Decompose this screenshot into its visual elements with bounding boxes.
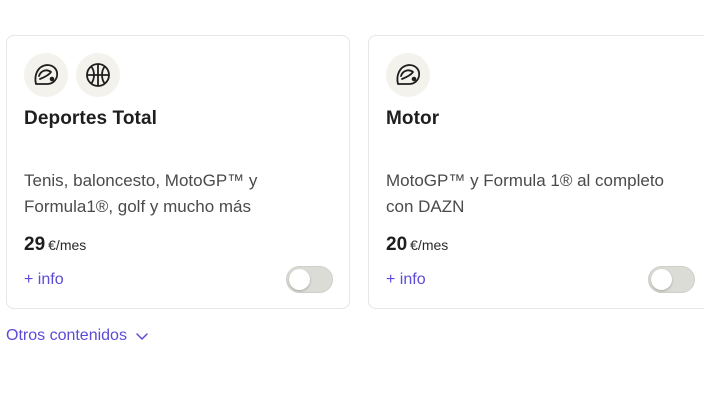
toggle-knob [289,269,310,290]
plan-card-deportes-total: Deportes Total Tenis, baloncesto, MotoGP… [6,35,350,309]
card-title: Deportes Total [24,108,158,129]
other-contents-label: Otros contenidos [6,327,127,344]
basketball-icon [76,53,120,97]
more-info-link[interactable]: + info [24,271,64,289]
toggle-knob [651,269,672,290]
helmet-icon [24,53,68,97]
card-price: 29 €/mes [24,234,86,256]
card-icons [24,53,120,97]
other-contents-dropdown[interactable]: Otros contenidos [6,327,149,345]
helmet-icon [386,53,430,97]
card-title: Motor [386,108,440,129]
price-amount: 20 [386,234,408,255]
plan-toggle[interactable] [648,266,695,293]
chevron-down-icon [136,333,148,340]
card-description: MotoGP™ y Formula 1® al completo con DAZ… [386,171,665,216]
plan-card-motor: Motor MotoGP™ y Formula 1® al completo c… [368,35,704,309]
card-description: Tenis, baloncesto, MotoGP™ y Formula1®, … [24,171,258,216]
price-unit: €/mes [48,237,87,253]
price-amount: 29 [24,234,46,255]
card-price: 20 €/mes [386,234,448,256]
more-info-link[interactable]: + info [386,271,426,289]
card-icons [386,53,430,97]
price-unit: €/mes [410,237,449,253]
plan-toggle[interactable] [286,266,333,293]
